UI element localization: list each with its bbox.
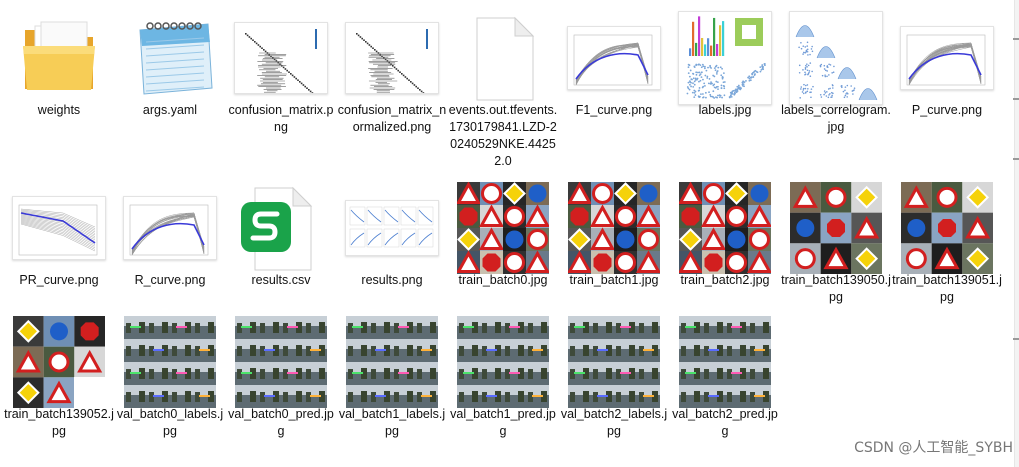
file-name: val_batch2_labels.jpg bbox=[559, 406, 669, 440]
file-item[interactable]: confusion_matrix_normalized.png bbox=[337, 4, 441, 154]
file-item[interactable]: train_batch1.jpg bbox=[559, 174, 663, 324]
file-item[interactable]: confusion_matrix.png bbox=[226, 4, 330, 154]
file-name: train_batch1.jpg bbox=[559, 272, 669, 289]
file-item[interactable]: P_curve.png bbox=[892, 4, 996, 154]
file-grid: weights args.yaml confusion_matrix.png conf… bbox=[0, 0, 1019, 467]
file-name: PR_curve.png bbox=[4, 272, 114, 289]
file-name: val_batch0_labels.jpg bbox=[115, 406, 225, 440]
file-item[interactable]: labels.jpg bbox=[670, 4, 774, 154]
file-item[interactable]: val_batch1_pred.jpg bbox=[448, 308, 552, 458]
file-item[interactable]: train_batch2.jpg bbox=[670, 174, 774, 324]
image-thumbnail bbox=[235, 12, 327, 104]
folder-icon bbox=[13, 12, 105, 104]
file-name: train_batch139052.jpg bbox=[4, 406, 114, 440]
file-item[interactable]: val_batch0_labels.jpg bbox=[115, 308, 219, 458]
image-thumbnail bbox=[568, 12, 660, 104]
image-thumbnail bbox=[124, 182, 216, 274]
image-thumbnail bbox=[346, 12, 438, 104]
file-item[interactable]: weights bbox=[4, 4, 108, 154]
file-name: confusion_matrix.png bbox=[226, 102, 336, 136]
file-item[interactable]: val_batch2_labels.jpg bbox=[559, 308, 663, 458]
file-item[interactable]: val_batch2_pred.jpg bbox=[670, 308, 774, 458]
file-name: train_batch139051.jpg bbox=[892, 272, 1002, 306]
image-thumbnail bbox=[346, 182, 438, 274]
file-item[interactable]: PR_curve.png bbox=[4, 174, 108, 324]
file-name: val_batch1_labels.jpg bbox=[337, 406, 447, 440]
notepad-icon bbox=[124, 12, 216, 104]
file-name: val_batch0_pred.jpg bbox=[226, 406, 336, 440]
image-thumbnail bbox=[346, 316, 438, 408]
file-item[interactable]: events.out.tfevents.1730179841.LZD-20240… bbox=[448, 4, 552, 154]
file-name: labels.jpg bbox=[670, 102, 780, 119]
file-name: F1_curve.png bbox=[559, 102, 669, 119]
file-item[interactable]: R_curve.png bbox=[115, 174, 219, 324]
image-thumbnail bbox=[13, 316, 105, 408]
file-name: train_batch2.jpg bbox=[670, 272, 780, 289]
edge-mark bbox=[1013, 338, 1019, 340]
image-thumbnail bbox=[568, 182, 660, 274]
wps-sheet-icon bbox=[235, 182, 327, 274]
edge-mark bbox=[1013, 98, 1019, 100]
file-name: P_curve.png bbox=[892, 102, 1002, 119]
edge-mark bbox=[1013, 38, 1019, 40]
file-item[interactable]: train_batch139052.jpg bbox=[4, 308, 108, 458]
file-name: train_batch0.jpg bbox=[448, 272, 558, 289]
image-thumbnail bbox=[790, 182, 882, 274]
file-item[interactable]: val_batch0_pred.jpg bbox=[226, 308, 330, 458]
image-thumbnail bbox=[679, 182, 771, 274]
file-item[interactable]: results.png bbox=[337, 174, 441, 324]
file-item[interactable]: results.csv bbox=[226, 174, 330, 324]
image-thumbnail bbox=[568, 316, 660, 408]
file-name: args.yaml bbox=[115, 102, 225, 119]
file-item[interactable]: val_batch1_labels.jpg bbox=[337, 308, 441, 458]
file-name: train_batch139050.jpg bbox=[781, 272, 891, 306]
file-item[interactable]: train_batch139050.jpg bbox=[781, 174, 885, 324]
image-thumbnail bbox=[124, 316, 216, 408]
edge-mark bbox=[1013, 158, 1019, 160]
image-thumbnail bbox=[679, 316, 771, 408]
file-name: results.png bbox=[337, 272, 447, 289]
image-thumbnail bbox=[457, 182, 549, 274]
file-name: results.csv bbox=[226, 272, 336, 289]
file-name: R_curve.png bbox=[115, 272, 225, 289]
file-item[interactable]: labels_correlogram.jpg bbox=[781, 4, 885, 154]
file-name: weights bbox=[4, 102, 114, 119]
file-item[interactable]: train_batch139051.jpg bbox=[892, 174, 996, 324]
image-thumbnail bbox=[790, 12, 882, 104]
file-name: val_batch1_pred.jpg bbox=[448, 406, 558, 440]
image-thumbnail bbox=[901, 182, 993, 274]
image-thumbnail bbox=[679, 12, 771, 104]
file-item[interactable]: args.yaml bbox=[115, 4, 219, 154]
file-name: val_batch2_pred.jpg bbox=[670, 406, 780, 440]
image-thumbnail bbox=[13, 182, 105, 274]
file-name: events.out.tfevents.1730179841.LZD-20240… bbox=[448, 102, 558, 170]
file-item[interactable]: train_batch0.jpg bbox=[448, 174, 552, 324]
blank-file-icon bbox=[457, 12, 549, 104]
file-name: confusion_matrix_normalized.png bbox=[337, 102, 447, 136]
scrollbar-edge[interactable] bbox=[1014, 0, 1019, 467]
image-thumbnail bbox=[457, 316, 549, 408]
image-thumbnail bbox=[901, 12, 993, 104]
file-item[interactable]: F1_curve.png bbox=[559, 4, 663, 154]
image-thumbnail bbox=[235, 316, 327, 408]
watermark: CSDN @人工智能_SYBH bbox=[854, 437, 1013, 457]
file-name: labels_correlogram.jpg bbox=[781, 102, 891, 136]
